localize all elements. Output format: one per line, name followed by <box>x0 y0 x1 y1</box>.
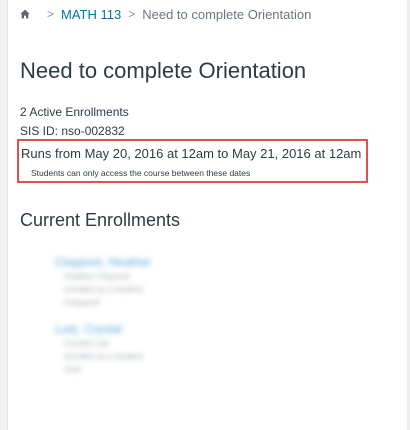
enrollment-item: Claypool, Heather Heather Claypool enrol… <box>55 254 151 309</box>
sis-id: SIS ID: nso-002832 <box>20 124 125 138</box>
current-enrollments-heading: Current Enrollments <box>20 210 181 230</box>
enrollment-item: Lutz, Crystal Crystal Lutz enrolled as a… <box>55 321 151 376</box>
enrollment-user-link[interactable]: Claypool, Heather <box>55 254 151 270</box>
section-run-dates: Runs from May 20, 2016 at 12am to May 21… <box>21 146 362 161</box>
active-enrollments-count: 2 Active Enrollments <box>20 105 129 119</box>
enrollment-login: hclaypool <box>64 297 100 307</box>
breadcrumb: > MATH 113 > Need to complete Orientatio… <box>20 5 311 23</box>
chevron-right-icon: > <box>128 7 136 21</box>
enrollment-login: clutz <box>64 364 82 374</box>
breadcrumb-course-link[interactable]: MATH 113 <box>61 7 121 22</box>
enrollment-full-name: Heather Claypool <box>64 271 130 281</box>
enrollment-role: enrolled as a student <box>64 351 143 361</box>
chevron-right-icon: > <box>47 7 55 21</box>
left-edge-bar <box>0 0 8 430</box>
enrollment-list: Claypool, Heather Heather Claypool enrol… <box>55 254 151 388</box>
access-note: Students can only access the course betw… <box>31 168 251 178</box>
breadcrumb-current: Need to complete Orientation <box>142 6 312 22</box>
enrollment-user-link[interactable]: Lutz, Crystal <box>55 321 151 337</box>
page-title: Need to complete Orientation <box>20 58 307 83</box>
enrollment-full-name: Crystal Lutz <box>64 338 109 348</box>
enrollment-role: enrolled as a student <box>64 284 143 294</box>
home-icon[interactable] <box>20 9 30 19</box>
